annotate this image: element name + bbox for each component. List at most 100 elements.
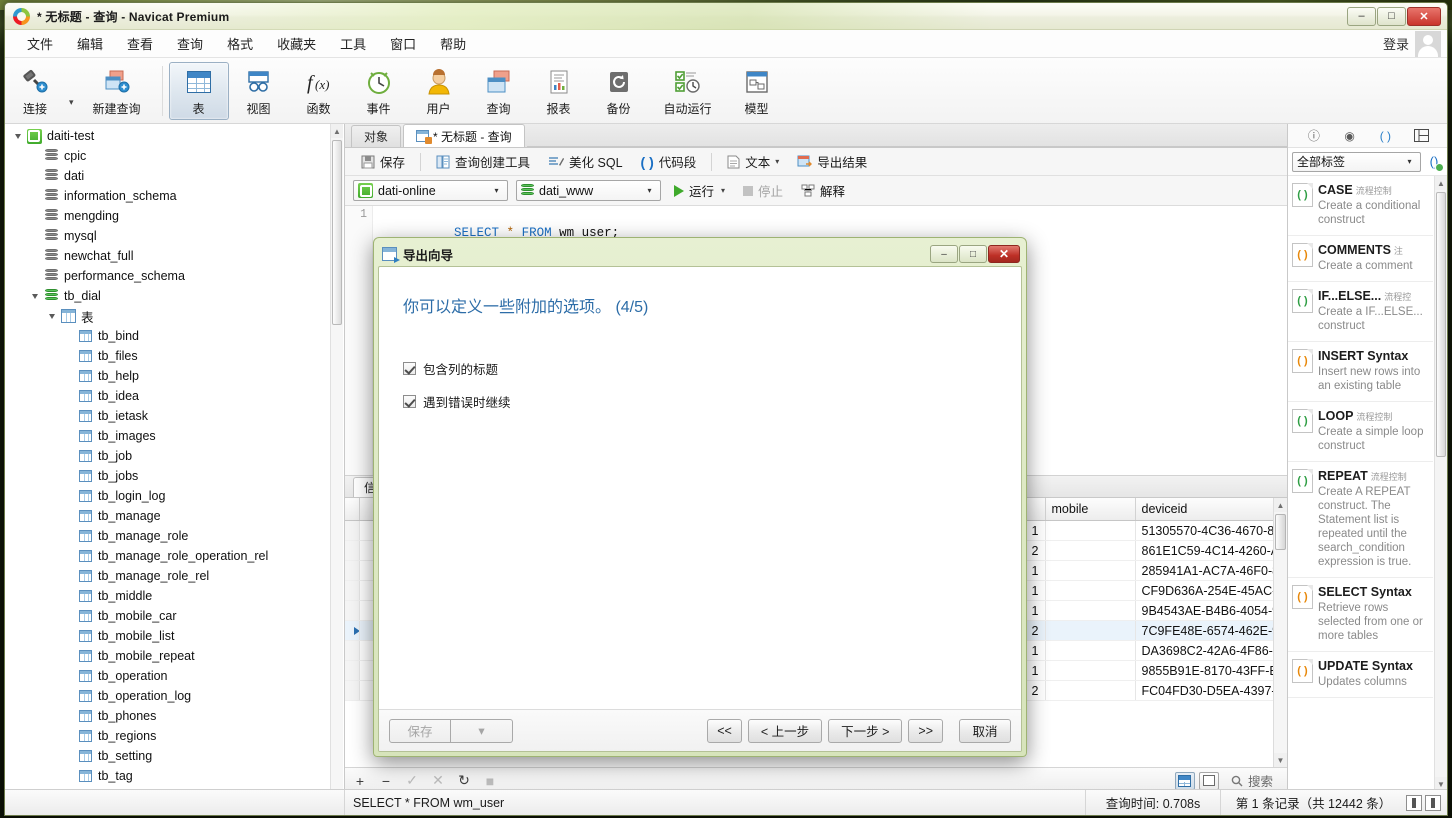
toolbar-connection-caret[interactable]: ▾ [69,77,74,108]
toolbar-button-backup[interactable]: 备份 [589,62,649,120]
snippet-button[interactable]: ( ) 代码段 [633,148,705,175]
cell-mobile[interactable] [1045,581,1135,601]
cell-mobile[interactable] [1045,621,1135,641]
snippets-tag-caret-icon[interactable]: ▾ [1402,157,1417,166]
tree-item-newchat_full[interactable]: newchat_full [5,246,344,266]
tree-item-tb_operation[interactable]: tb_operation [5,666,344,686]
cell-mobile[interactable] [1045,541,1135,561]
row-marker[interactable] [345,541,359,561]
tree-item-tb_phones[interactable]: tb_phones [5,706,344,726]
tree-item-tb_dial[interactable]: tb_dial [5,286,344,306]
row-marker[interactable] [345,641,359,661]
export-wizard-last-button[interactable]: >> [908,719,943,743]
column-header-deviceid[interactable]: deviceid [1135,498,1287,521]
cell-deviceid[interactable]: FC04FD30-D5EA-4397-8 [1135,681,1287,701]
database-select-caret-icon[interactable]: ▾ [642,186,657,195]
run-button[interactable]: 运行 ▾ [669,179,730,202]
toggle-right-panel-button[interactable] [1425,795,1441,811]
snippet-item-insert-syntax[interactable]: ( )INSERT SyntaxInsert new rows into an … [1288,342,1433,402]
cell-deviceid[interactable]: 51305570-4C36-4670-82 [1135,521,1287,541]
tree-item-tb_login_log[interactable]: tb_login_log [5,486,344,506]
export-wizard-close-button[interactable]: ✕ [988,245,1020,263]
tree-item-information_schema[interactable]: information_schema [5,186,344,206]
menu-item-favorites[interactable]: 收藏夹 [265,30,328,57]
tree-scroll-up-icon[interactable]: ▲ [331,124,343,138]
checkbox-include-column-titles[interactable] [403,362,416,375]
snippet-item-if---else---[interactable]: ( )IF...ELSE...流程控Create a IF...ELSE... … [1288,282,1433,342]
code-icon[interactable]: ( ) [1376,127,1394,145]
snippet-item-repeat[interactable]: ( )REPEAT流程控制Create A REPEAT construct. … [1288,462,1433,578]
structure-icon[interactable] [1412,127,1430,145]
checkbox-continue-on-error[interactable] [403,395,416,408]
toolbar-button-model[interactable]: 模型 [727,62,787,120]
tree-item-tb_images[interactable]: tb_images [5,426,344,446]
grid-scroll-thumb[interactable] [1275,514,1286,550]
tree-expander-icon[interactable] [11,134,25,139]
tree-item-tb_bind[interactable]: tb_bind [5,326,344,346]
menu-item-file[interactable]: 文件 [15,30,65,57]
export-wizard-next-button[interactable]: 下一步 > [828,719,902,743]
cell-mobile[interactable] [1045,521,1135,541]
info-icon[interactable]: ⓘ [1305,127,1323,145]
delete-record-icon[interactable]: − [377,772,395,790]
apply-changes-icon[interactable]: ✓ [403,772,421,790]
login-link[interactable]: 登录 [1383,34,1409,53]
object-tree[interactable]: daiti-testcpicdatiinformation_schemameng… [5,124,344,816]
explain-button[interactable]: 解释 [796,179,850,202]
toolbar-button-new-query[interactable]: 新建查询 [78,62,156,120]
snippet-item-loop[interactable]: ( )LOOP流程控制Create a simple loop construc… [1288,402,1433,462]
form-view-toggle[interactable] [1199,772,1219,790]
export-wizard-prev-button[interactable]: < 上一步 [748,719,822,743]
beautify-sql-button[interactable]: 美化 SQL [540,148,631,175]
tree-scroll-thumb[interactable] [332,140,342,325]
tree-item-tb_tag[interactable]: tb_tag [5,766,344,786]
menu-item-help[interactable]: 帮助 [428,30,478,57]
row-marker[interactable] [345,561,359,581]
row-marker[interactable] [345,601,359,621]
cell-mobile[interactable] [1045,561,1135,581]
tree-item-tb_middle[interactable]: tb_middle [5,586,344,606]
minimize-button[interactable]: – [1347,7,1376,26]
option-continue-on-error[interactable]: 遇到错误时继续 [403,392,997,411]
stop-button[interactable]: 停止 [738,179,788,202]
tree-item-mengding[interactable]: mengding [5,206,344,226]
tree-expander-icon[interactable] [45,314,59,319]
row-marker[interactable] [345,521,359,541]
tree-item-tb_mobile_repeat[interactable]: tb_mobile_repeat [5,646,344,666]
tree-item-tb_operation_log[interactable]: tb_operation_log [5,686,344,706]
tree-item-performance_schema[interactable]: performance_schema [5,266,344,286]
snippets-scroll-up-icon[interactable]: ▲ [1435,176,1447,190]
tree-item-tb_regions[interactable]: tb_regions [5,726,344,746]
snippet-item-update-syntax[interactable]: ( )UPDATE SyntaxUpdates columns [1288,652,1433,698]
toolbar-button-function[interactable]: f (x) 函数 [289,62,349,120]
tree-item-cpic[interactable]: cpic [5,146,344,166]
cell-deviceid[interactable]: 285941A1-AC7A-46F0-8 [1135,561,1287,581]
menu-item-window[interactable]: 窗口 [378,30,428,57]
export-wizard-save-dropdown-icon[interactable]: ▾ [451,719,513,743]
toolbar-button-user[interactable]: 用户 [409,62,469,120]
snippets-scroll-thumb[interactable] [1436,192,1446,457]
avatar[interactable] [1415,31,1441,57]
export-wizard-first-button[interactable]: << [707,719,742,743]
cell-deviceid[interactable]: CF9D636A-254E-45AC-A [1135,581,1287,601]
tree-item-tb_manage[interactable]: tb_manage [5,506,344,526]
refresh-icon[interactable]: ↻ [455,772,473,790]
toolbar-button-query[interactable]: 查询 [469,62,529,120]
cell-mobile[interactable] [1045,681,1135,701]
export-wizard-save-button[interactable]: 保存 [389,719,451,743]
snippet-item-case[interactable]: ( )CASE流程控制Create a conditional construc… [1288,176,1433,236]
database-select[interactable]: dati_www ▾ [516,180,661,201]
text-caret-icon[interactable]: ▾ [775,157,779,166]
save-button[interactable]: 保存 [353,148,413,175]
tree-item-tb_ietask[interactable]: tb_ietask [5,406,344,426]
cell-mobile[interactable] [1045,641,1135,661]
eye-icon[interactable]: ◉ [1341,127,1359,145]
run-caret-icon[interactable]: ▾ [721,186,725,195]
tree-item-tb_setting[interactable]: tb_setting [5,746,344,766]
connection-select-caret-icon[interactable]: ▾ [489,186,504,195]
tree-item-tb_job[interactable]: tb_job [5,446,344,466]
grid-view-toggle[interactable] [1175,772,1195,790]
export-wizard-maximize-button[interactable]: □ [959,245,987,263]
grid-scroll-up-icon[interactable]: ▲ [1274,498,1287,512]
connection-select[interactable]: dati-online ▾ [353,180,508,201]
